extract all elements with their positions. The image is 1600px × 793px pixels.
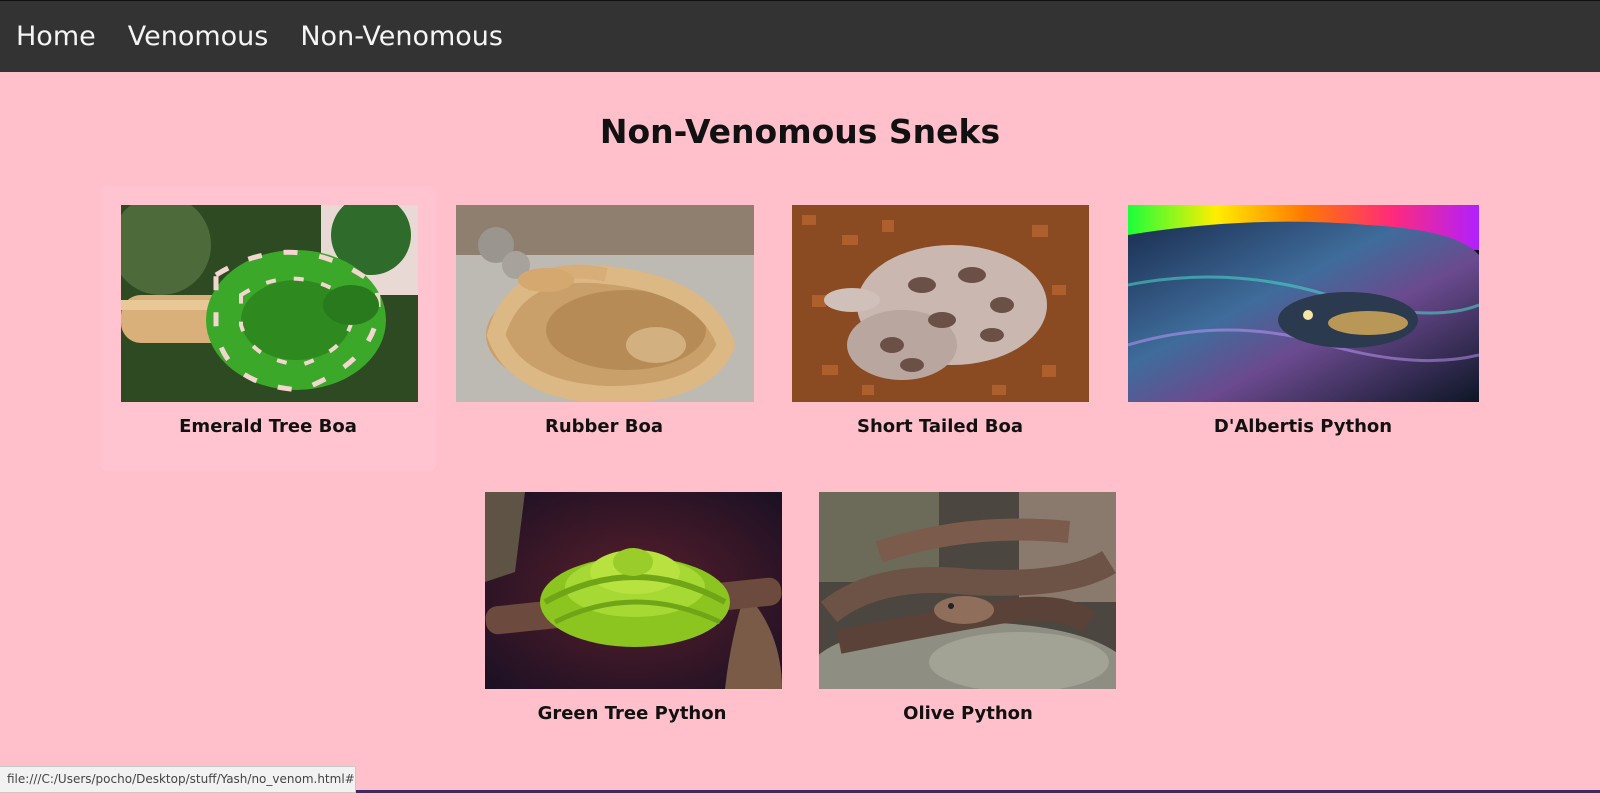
- nav-link-venomous[interactable]: Venomous: [128, 1, 269, 73]
- snake-name-short-tailed-boa: Short Tailed Boa: [857, 416, 1023, 437]
- short-tailed-boa-image[interactable]: [792, 205, 1089, 402]
- status-bar-url: file:///C:/Users/pocho/Desktop/stuff/Yas…: [0, 766, 356, 793]
- nav-link-non-venomous[interactable]: Non-Venomous: [300, 1, 503, 73]
- green-tree-python-image[interactable]: [485, 492, 782, 689]
- snake-card-short-tailed-boa[interactable]: Short Tailed Boa: [772, 186, 1108, 471]
- snake-card-dalbertis-python[interactable]: D'Albertis Python: [1108, 186, 1498, 471]
- emerald-tree-boa-image[interactable]: [121, 205, 418, 402]
- rubber-boa-image[interactable]: [456, 205, 754, 402]
- navbar: Home Venomous Non-Venomous: [0, 0, 1600, 72]
- page-title: Non-Venomous Sneks: [599, 112, 1001, 151]
- dalbertis-python-image[interactable]: [1128, 205, 1479, 402]
- snake-name-dalbertis-python: D'Albertis Python: [1213, 416, 1393, 437]
- snake-card-green-tree-python[interactable]: Green Tree Python: [464, 473, 800, 758]
- snake-name-green-tree-python: Green Tree Python: [537, 703, 727, 724]
- snake-name-emerald-tree-boa: Emerald Tree Boa: [179, 416, 357, 437]
- snake-name-rubber-boa: Rubber Boa: [544, 416, 664, 437]
- snake-name-olive-python: Olive Python: [903, 703, 1033, 724]
- snake-card-olive-python[interactable]: Olive Python: [800, 473, 1136, 758]
- nav-link-home[interactable]: Home: [16, 1, 96, 73]
- olive-python-image[interactable]: [819, 492, 1116, 689]
- snake-card-rubber-boa[interactable]: Rubber Boa: [436, 186, 772, 471]
- snake-card-emerald-tree-boa[interactable]: Emerald Tree Boa: [100, 186, 436, 471]
